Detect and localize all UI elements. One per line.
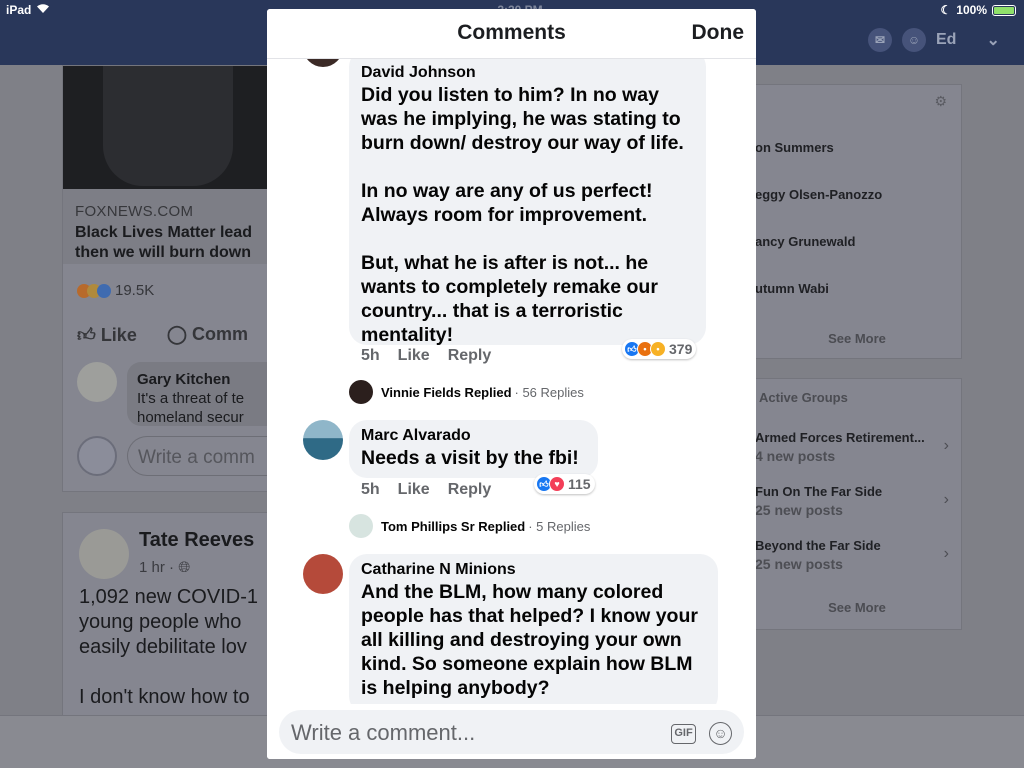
- moon-icon: ☾: [940, 3, 952, 17]
- comment-text: Did you listen to him? In no way was he …: [361, 84, 684, 346]
- emoji-icon[interactable]: ☺: [709, 722, 732, 745]
- battery-icon: [992, 4, 1016, 16]
- comment-time: 5h: [361, 347, 380, 364]
- chevron-right-icon[interactable]: ›: [944, 491, 949, 509]
- post-time: 1 hr · 🌐︎: [139, 559, 191, 576]
- haha-reaction-icon: •: [650, 341, 666, 357]
- reaction-count: 379: [669, 341, 693, 357]
- comment-bubble: Gary Kitchen It's a threat of te homelan…: [127, 362, 287, 426]
- group-item[interactable]: Fun On The Far Side 25 new posts: [755, 483, 882, 519]
- commenter-avatar[interactable]: [77, 362, 117, 402]
- chevron-down-icon[interactable]: ⌄: [986, 30, 999, 50]
- feed-post-foxnews: FOXNEWS.COM Black Lives Matter lead then…: [62, 65, 287, 492]
- commenter-avatar[interactable]: [303, 554, 343, 594]
- group-item[interactable]: Armed Forces Retirement... 4 new posts: [755, 429, 925, 465]
- reaction-count: 115: [568, 476, 591, 492]
- wifi-icon: [36, 3, 50, 17]
- reply-summary[interactable]: Vinnie Fields Replied · 56 Replies: [349, 380, 584, 404]
- comment-button[interactable]: ◯ Comm: [167, 324, 248, 346]
- comment-reply-button[interactable]: Reply: [448, 481, 492, 499]
- commenter-avatar[interactable]: [303, 420, 343, 460]
- comment-bubble: Catharine N Minions And the BLM, how man…: [349, 554, 718, 704]
- like-button[interactable]: 👍︎ Like: [77, 324, 137, 346]
- poster-avatar[interactable]: [79, 529, 129, 579]
- contact-item[interactable]: ancy Grunewald: [755, 234, 855, 249]
- comment-author[interactable]: David Johnson: [361, 63, 694, 83]
- globe-icon: 🌐︎: [178, 559, 191, 576]
- header-user-name[interactable]: Ed: [936, 31, 956, 49]
- comment-meta: 5h Like Reply: [361, 481, 491, 499]
- device-label: iPad: [6, 3, 32, 17]
- post-body: 1,092 new COVID-1 young people who easil…: [79, 586, 258, 708]
- link-preview[interactable]: FOXNEWS.COM Black Lives Matter lead then…: [63, 189, 273, 264]
- comment-meta: 5h Like Reply: [361, 347, 491, 365]
- groups-title: Active Groups: [759, 390, 848, 405]
- poster-name[interactable]: Tate Reeves: [139, 529, 254, 552]
- modal-title: Comments: [457, 21, 566, 44]
- contacts-panel: ⚙ on Summers eggy Olsen-Panozzo ancy Gru…: [750, 84, 962, 359]
- post-reactions[interactable]: 19.5K: [77, 282, 154, 299]
- groups-see-more[interactable]: See More: [751, 600, 963, 615]
- replier-avatar: [349, 514, 373, 538]
- comment-like-button[interactable]: Like: [398, 347, 430, 365]
- modal-header: Comments Done: [267, 9, 756, 59]
- comments-list[interactable]: David Johnson Did you listen to him? In …: [267, 59, 756, 704]
- comment-reply-button[interactable]: Reply: [448, 347, 492, 365]
- group-item[interactable]: Beyond the Far Side 25 new posts: [755, 537, 881, 573]
- contact-item[interactable]: utumn Wabi: [755, 281, 829, 296]
- link-headline: Black Lives Matter lead then we will bur…: [75, 224, 252, 261]
- commenter-avatar[interactable]: [303, 59, 343, 67]
- feed-comment-input[interactable]: Write a comm: [127, 436, 287, 476]
- comment-time: 5h: [361, 481, 380, 498]
- battery-percent: 100%: [956, 3, 987, 17]
- post-actions: 👍︎ Like ◯ Comm: [77, 324, 248, 346]
- chevron-right-icon[interactable]: ›: [944, 545, 949, 563]
- comments-modal: Comments Done David Johnson Did you list…: [267, 9, 756, 759]
- comment-reactions[interactable]: 👍︎ • • 379: [622, 339, 697, 359]
- chevron-right-icon[interactable]: ›: [944, 437, 949, 455]
- contacts-see-more[interactable]: See More: [751, 331, 963, 346]
- reaction-count: 19.5K: [115, 282, 155, 299]
- done-button[interactable]: Done: [692, 21, 745, 45]
- comment-author[interactable]: Marc Alvarado: [361, 426, 586, 446]
- gif-button[interactable]: GIF: [671, 724, 696, 744]
- comment-like-button[interactable]: Like: [398, 481, 430, 499]
- comment-reactions[interactable]: 👍︎ ♥ 115: [534, 474, 595, 494]
- replier-avatar: [349, 380, 373, 404]
- contact-item[interactable]: on Summers: [755, 140, 834, 155]
- profile-avatar[interactable]: ☺: [902, 28, 926, 52]
- user-avatar: [77, 436, 117, 476]
- like-reaction-icon: [97, 283, 111, 298]
- heart-reaction-icon: ♥: [549, 476, 565, 492]
- messenger-icon[interactable]: ✉: [868, 28, 892, 52]
- comment-text: Needs a visit by the fbi!: [361, 447, 579, 469]
- gear-icon[interactable]: ⚙: [934, 93, 947, 110]
- comment-bubble: David Johnson Did you listen to him? In …: [349, 59, 706, 346]
- contact-item[interactable]: eggy Olsen-Panozzo: [755, 187, 882, 202]
- reply-summary[interactable]: Tom Phillips Sr Replied · 5 Replies: [349, 514, 590, 538]
- link-source: FOXNEWS.COM: [75, 203, 194, 220]
- comment-text: And the BLM, how many colored people has…: [361, 581, 698, 699]
- comment-composer: Write a comment... GIF ☺: [267, 704, 756, 759]
- comment-bubble: Marc Alvarado Needs a visit by the fbi!: [349, 420, 598, 478]
- active-groups-panel: Active Groups Armed Forces Retirement...…: [750, 378, 962, 630]
- comment-author[interactable]: Catharine N Minions: [361, 560, 706, 580]
- header-right-group: ✉ ☺ Ed ⌄: [868, 28, 1000, 52]
- post-photo: [63, 66, 273, 189]
